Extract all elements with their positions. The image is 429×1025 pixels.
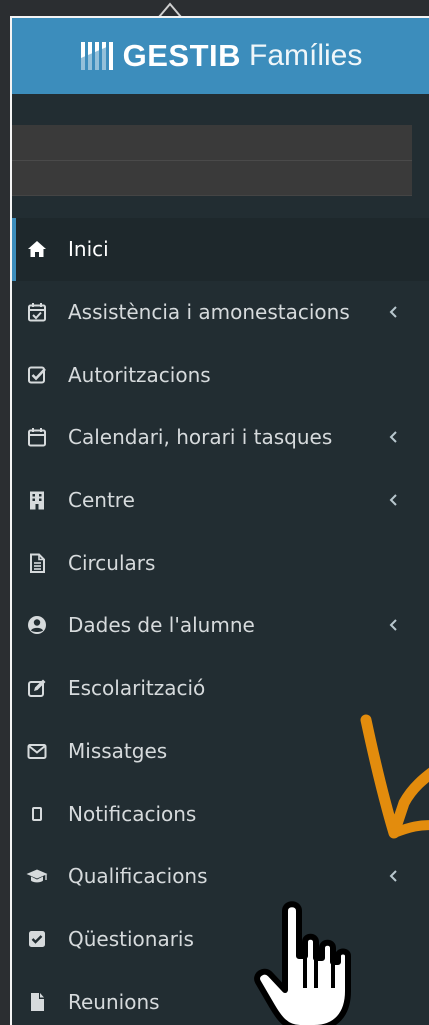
user-panel-divider — [12, 160, 412, 161]
sidebar-item-label: Qualificacions — [68, 864, 208, 889]
file-icon — [26, 991, 48, 1013]
brand-name: GESTIB — [122, 38, 242, 73]
sidebar-item-label: Calendari, horari i tasques — [68, 425, 333, 450]
user-circle-icon — [26, 614, 48, 636]
sidebar-item-label: Reunions — [68, 989, 160, 1014]
chevron-left-icon[interactable] — [387, 617, 399, 633]
home-icon — [26, 238, 48, 260]
sidebar-item-label: Assistència i amonestacions — [68, 300, 350, 325]
sidebar-item-label: Escolarització — [68, 676, 206, 701]
chevron-left-icon[interactable] — [387, 492, 399, 508]
chevron-left-icon[interactable] — [387, 429, 399, 445]
sidebar-item-qualificacions[interactable]: Qualificacions — [12, 845, 429, 908]
brand-subtitle: Famílies — [249, 39, 363, 72]
sidebar-item-dades-alumne[interactable]: Dades de l'alumne — [12, 594, 429, 657]
sidebar-item-centre[interactable]: Centre — [12, 469, 429, 532]
sidebar-item-reunions[interactable]: Reunions — [12, 970, 429, 1025]
envelope-icon — [26, 740, 48, 762]
check-square-icon — [26, 364, 48, 386]
sidebar-item-calendari[interactable]: Calendari, horari i tasques — [12, 406, 429, 469]
sidebar-item-label: Missatges — [68, 738, 168, 763]
sidebar-item-label: Circulars — [68, 550, 156, 575]
edit-icon — [26, 677, 48, 699]
sidebar-panel: GESTIB Famílies Inici Assistència i amon… — [10, 16, 429, 1025]
sidebar-menu: Inici Assistència i amonestacions Autori… — [12, 218, 429, 1025]
brand-bar[interactable]: GESTIB Famílies — [12, 18, 429, 94]
gestib-logo-icon — [80, 42, 113, 70]
sidebar-item-escolaritzacio[interactable]: Escolarització — [12, 657, 429, 720]
sidebar-item-autoritzacions[interactable]: Autoritzacions — [12, 343, 429, 406]
sidebar-item-label: Notificacions — [68, 801, 197, 826]
screenshot: GESTIB Famílies Inici Assistència i amon… — [0, 0, 429, 1025]
sidebar-item-missatges[interactable]: Missatges — [12, 720, 429, 783]
sidebar-item-circulars[interactable]: Circulars — [12, 531, 429, 594]
calendar-check-icon — [26, 301, 48, 323]
graduation-cap-icon — [26, 865, 48, 887]
sidebar-item-label: Dades de l'alumne — [68, 613, 255, 638]
calendar-icon — [26, 426, 48, 448]
chevron-left-icon[interactable] — [387, 868, 399, 884]
sidebar-item-questionaris[interactable]: Qüestionaris — [12, 908, 429, 971]
sidebar-item-notificacions[interactable]: Notificacions — [12, 782, 429, 845]
chevron-left-icon[interactable] — [387, 304, 399, 320]
user-panel-redacted — [12, 125, 412, 196]
mobile-icon — [26, 803, 48, 825]
sidebar-item-label: Inici — [68, 237, 109, 262]
building-icon — [26, 489, 48, 511]
sidebar-item-label: Centre — [68, 488, 135, 513]
sidebar-item-label: Qüestionaris — [68, 926, 194, 951]
checkbox-checked-icon — [26, 928, 48, 950]
sidebar-item-inici[interactable]: Inici — [12, 218, 429, 281]
file-text-icon — [26, 552, 48, 574]
sidebar-item-label: Autoritzacions — [68, 362, 211, 387]
sidebar-item-assistencia[interactable]: Assistència i amonestacions — [12, 281, 429, 344]
